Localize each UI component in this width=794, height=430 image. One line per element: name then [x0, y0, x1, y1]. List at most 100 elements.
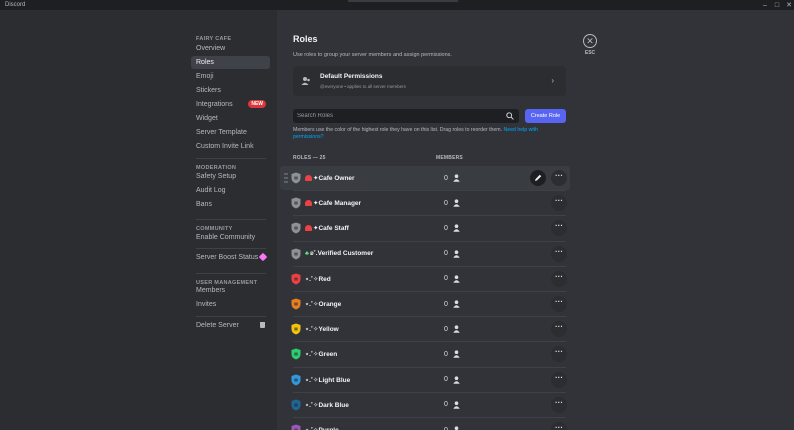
- titlebar-center-strip: [348, 0, 458, 2]
- role-row[interactable]: ⋆.˚✧Purple 0 ···: [280, 418, 570, 430]
- sidebar-item-audit-log[interactable]: Audit Log: [191, 184, 270, 197]
- sidebar-item-label: Bans: [196, 201, 212, 208]
- role-row[interactable]: ✦Cafe Staff 0 ···: [280, 216, 570, 240]
- sidebar-item-integrations[interactable]: Integrations NEW: [191, 98, 270, 111]
- role-row[interactable]: ⋆.˚✧Light Blue 0 ···: [280, 368, 570, 392]
- sidebar-item-stickers[interactable]: Stickers: [191, 84, 270, 97]
- role-member-count: 0: [444, 325, 448, 333]
- person-icon: [453, 275, 460, 283]
- close-window-icon[interactable]: ✕: [783, 0, 794, 10]
- person-icon: [453, 174, 460, 182]
- ellipsis-icon: ···: [555, 196, 563, 206]
- more-options-button[interactable]: ···: [551, 396, 567, 413]
- sidebar-item-label: Members: [196, 287, 226, 294]
- sidebar-item-server-boost-status[interactable]: Server Boost Status: [191, 251, 270, 264]
- role-name: ⋆.˚✧Orange: [305, 292, 341, 316]
- role-row[interactable]: ♣ ʚ˚.Verified Customer 0 ···: [280, 242, 570, 266]
- role-name-text: ✦Cafe Staff: [313, 225, 349, 233]
- person-icon: [453, 300, 460, 308]
- role-shield-icon: [291, 424, 301, 430]
- more-options-button[interactable]: ···: [551, 296, 567, 312]
- more-options-button[interactable]: ···: [551, 422, 567, 430]
- sidebar-item-label: Server Template: [196, 129, 247, 136]
- sidebar-item-emoji[interactable]: Emoji: [191, 70, 270, 83]
- maximize-icon[interactable]: □: [771, 0, 783, 10]
- role-name: ♣ ʚ˚.Verified Customer: [305, 242, 373, 266]
- role-row[interactable]: ⋆.˚✧Dark Blue 0 ···: [280, 393, 570, 417]
- sidebar-separator: [196, 158, 266, 159]
- ellipsis-icon: ···: [555, 372, 563, 382]
- pencil-icon: [535, 174, 542, 181]
- sidebar-item-delete-server[interactable]: Delete Server: [191, 319, 270, 332]
- role-member-count: 0: [444, 224, 448, 232]
- role-name: ✦Cafe Owner: [305, 166, 355, 190]
- more-options-button[interactable]: ···: [551, 195, 567, 212]
- role-shield-icon: [291, 248, 301, 260]
- search-icon: [506, 112, 514, 120]
- page-description: Use roles to group your server members a…: [293, 52, 452, 58]
- sidebar-separator: [196, 248, 266, 249]
- sidebar-item-members[interactable]: Members: [191, 284, 270, 297]
- search-roles[interactable]: [293, 109, 519, 123]
- more-options-button[interactable]: ···: [551, 170, 567, 186]
- role-row[interactable]: ⋆.˚✧Orange 0 ···: [280, 292, 570, 316]
- role-shield-icon: [291, 298, 301, 310]
- person-icon: [453, 199, 460, 207]
- mushroom-icon: [305, 225, 312, 232]
- sidebar-item-label: Roles: [196, 59, 214, 66]
- edit-role-button[interactable]: [530, 170, 546, 186]
- settings-sidebar: FAIRY CAFE Overview Roles Emoji Stickers Inte…: [0, 10, 277, 430]
- role-row[interactable]: ⋆.˚✧Green 0 ···: [280, 342, 570, 366]
- ellipsis-icon: ···: [555, 347, 563, 357]
- more-options-button[interactable]: ···: [551, 371, 567, 388]
- window-title: Discord: [5, 2, 26, 8]
- role-member-count: 0: [444, 426, 448, 430]
- close-icon[interactable]: ✕: [583, 34, 597, 48]
- role-name: ⋆.˚✧Purple: [305, 418, 339, 430]
- sidebar-item-enable-community[interactable]: Enable Community: [191, 231, 270, 244]
- esc-close-button[interactable]: ✕ ESC: [583, 34, 597, 56]
- drag-handle-icon[interactable]: [284, 173, 288, 183]
- esc-label: ESC: [584, 50, 596, 56]
- create-role-button[interactable]: Create Role: [525, 109, 566, 123]
- role-row[interactable]: ⋆.˚✧Yellow 0 ···: [280, 317, 570, 341]
- default-permissions-card[interactable]: Default Permissions @everyone • applies …: [293, 66, 566, 96]
- sidebar-item-bans[interactable]: Bans: [191, 198, 270, 211]
- default-permissions-subtitle: @everyone • applies to all server member…: [320, 84, 406, 89]
- ellipsis-icon: ···: [555, 322, 563, 332]
- sidebar-item-overview[interactable]: Overview: [191, 42, 270, 55]
- sidebar-item-roles[interactable]: Roles: [191, 56, 270, 69]
- more-options-button[interactable]: ···: [551, 220, 567, 237]
- roles-main: Roles Use roles to group your server mem…: [277, 10, 794, 430]
- role-member-count: 0: [444, 199, 448, 207]
- sidebar-item-label: Integrations: [196, 101, 233, 108]
- default-permissions-title: Default Permissions: [320, 73, 383, 80]
- more-options-button[interactable]: ···: [551, 321, 567, 338]
- role-row[interactable]: ⋆.˚✧Red 0 ···: [280, 267, 570, 291]
- roles-column-header: ROLES — 25: [293, 155, 326, 161]
- role-name-text: ⋆.˚✧Purple: [305, 426, 339, 430]
- person-icon: [453, 224, 460, 233]
- role-member-count: 0: [444, 376, 448, 384]
- sidebar-item-server-template[interactable]: Server Template: [191, 126, 270, 139]
- role-name: ⋆.˚✧Light Blue: [305, 368, 350, 392]
- sidebar-item-widget[interactable]: Widget: [191, 112, 270, 125]
- person-icon: [454, 426, 459, 430]
- role-member-count: 0: [444, 174, 448, 182]
- minimize-icon[interactable]: –: [759, 0, 771, 10]
- search-roles-input[interactable]: [293, 109, 503, 123]
- mushroom-icon: [305, 200, 312, 207]
- ellipsis-icon: ···: [555, 246, 563, 256]
- sidebar-item-label: Stickers: [196, 87, 221, 94]
- more-options-button[interactable]: ···: [551, 245, 567, 262]
- role-row[interactable]: ✦Cafe Manager 0 ···: [280, 191, 570, 215]
- sidebar-item-invites[interactable]: Invites: [191, 298, 270, 311]
- role-member-count: 0: [444, 250, 448, 258]
- sidebar-item-label: Enable Community: [196, 234, 256, 241]
- role-row[interactable]: ✦Cafe Owner 0 ···: [280, 166, 570, 190]
- more-options-button[interactable]: ···: [551, 346, 567, 363]
- new-badge: NEW: [248, 100, 266, 108]
- sidebar-item-custom-invite-link[interactable]: Custom Invite Link: [191, 140, 270, 153]
- sidebar-item-safety-setup[interactable]: Safety Setup: [191, 170, 270, 183]
- more-options-button[interactable]: ···: [551, 270, 567, 287]
